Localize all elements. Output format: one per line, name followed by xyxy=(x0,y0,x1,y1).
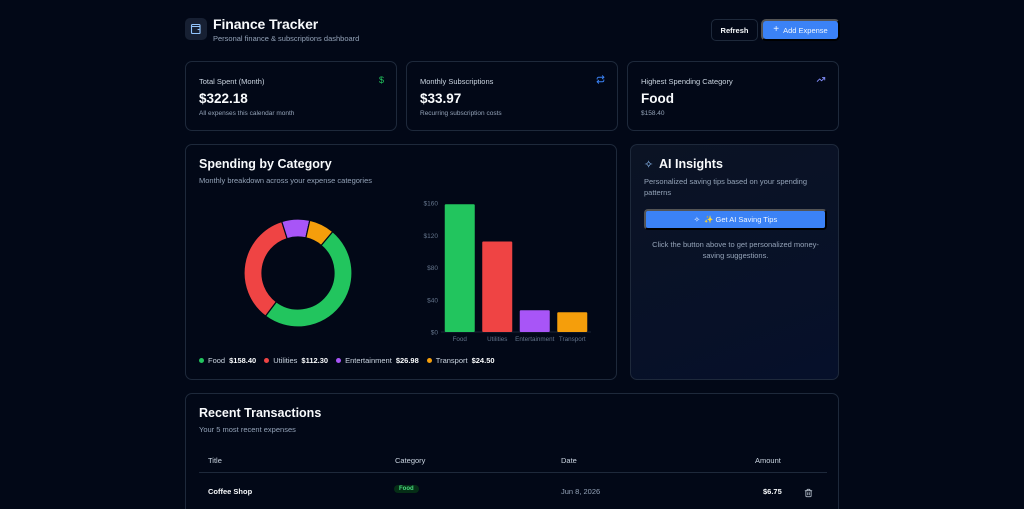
column-header-category[interactable]: Category xyxy=(395,456,425,465)
get-ai-tips-label: ✨ Get AI Saving Tips xyxy=(704,215,778,224)
app-title: Finance Tracker xyxy=(213,16,319,32)
get-ai-tips-button[interactable]: ✧ ✨ Get AI Saving Tips xyxy=(644,209,827,230)
add-expense-button[interactable]: + Add Expense xyxy=(761,19,840,41)
column-header-date[interactable]: Date xyxy=(561,456,577,465)
ai-subtitle: Personalized saving tips based on your s… xyxy=(644,177,808,197)
legend-dot xyxy=(264,358,270,363)
x-tick-label: Utilities xyxy=(487,336,507,343)
transaction-amount: $6.75 xyxy=(763,487,782,496)
legend-item: Entertainment $26.98 xyxy=(336,356,419,365)
spending-title: Spending by Category xyxy=(199,157,332,171)
legend-item: Utilities $112.30 xyxy=(264,356,328,365)
donut-chart[interactable] xyxy=(238,213,358,333)
legend-value: $158.40 xyxy=(229,356,257,365)
stat-label: Monthly Subscriptions xyxy=(420,77,494,86)
transaction-title: Coffee Shop xyxy=(208,487,253,496)
transactions-title: Recent Transactions xyxy=(199,406,322,420)
repeat-icon xyxy=(596,75,605,86)
spending-subtitle: Monthly breakdown across your expense ca… xyxy=(199,176,373,185)
legend-name: Entertainment xyxy=(345,356,392,365)
stat-note: All expenses this calendar month xyxy=(199,110,295,117)
x-tick-label: Transport xyxy=(559,336,586,343)
transactions-subtitle: Your 5 most recent expenses xyxy=(199,425,296,434)
stat-label: Total Spent (Month) xyxy=(199,77,265,86)
y-tick-label: $160 xyxy=(424,201,439,208)
bar-chart[interactable]: $0 $40 $80 $120 $160 Food Utilities Entertainme… xyxy=(411,193,601,348)
donut-slice-entertainment[interactable] xyxy=(280,218,311,240)
add-expense-label: Add Expense xyxy=(783,25,828,35)
column-header-amount[interactable]: Amount xyxy=(755,456,781,465)
column-header-title[interactable]: Title xyxy=(208,456,222,465)
legend-value: $112.30 xyxy=(301,356,329,365)
ai-note: Click the button above to get personaliz… xyxy=(652,240,819,260)
stat-note: $158.40 xyxy=(641,110,665,117)
delete-icon[interactable] xyxy=(804,485,813,503)
legend-item: Food $158.40 xyxy=(199,356,256,365)
stat-value: Food xyxy=(641,91,674,106)
page-header: Finance Tracker Personal finance & subsc… xyxy=(185,16,840,46)
stat-card-subscriptions: Monthly Subscriptions $33.97 Recurring s… xyxy=(406,61,618,131)
y-tick-label: $120 xyxy=(424,233,439,240)
chart-legend: Food $158.40 Utilities $112.30 Entertain… xyxy=(199,356,495,365)
category-badge: Food xyxy=(394,485,419,493)
legend-name: Transport xyxy=(435,356,468,365)
sparkles-icon: ✧ xyxy=(693,215,701,224)
stat-value: $33.97 xyxy=(420,91,462,106)
spending-card: Spending by Category Monthly breakdown a… xyxy=(185,144,617,380)
stat-value: $322.18 xyxy=(199,91,248,106)
legend-dot xyxy=(199,358,204,363)
y-tick-label: $80 xyxy=(427,265,438,272)
bar-transport[interactable] xyxy=(557,312,588,332)
x-tick-label: Food xyxy=(453,336,468,343)
bar-entertainment[interactable] xyxy=(519,310,550,332)
stat-note: Recurring subscription costs xyxy=(420,110,502,117)
plus-icon: + xyxy=(773,24,780,35)
transactions-card: Recent Transactions Your 5 most recent e… xyxy=(185,393,839,509)
bar-food[interactable] xyxy=(444,204,475,332)
dollar-icon: $ xyxy=(378,75,384,85)
x-tick-label: Entertainment xyxy=(515,336,554,343)
refresh-button[interactable]: Refresh xyxy=(711,19,758,41)
transaction-date: Jun 8, 2026 xyxy=(561,487,601,496)
donut-slice-food[interactable] xyxy=(264,230,353,328)
y-tick-label: $40 xyxy=(427,297,438,304)
donut-slice-utilities[interactable] xyxy=(243,220,288,317)
legend-item: Transport $24.50 xyxy=(426,356,495,365)
legend-value: $26.98 xyxy=(395,356,419,365)
legend-name: Utilities xyxy=(273,356,298,365)
ai-insights-card: ✧ AI Insights Personalized saving tips b… xyxy=(630,144,839,380)
legend-dot xyxy=(426,358,432,363)
y-tick-label: $0 xyxy=(431,330,439,337)
wallet-icon xyxy=(185,18,207,40)
legend-value: $24.50 xyxy=(471,356,495,365)
app-subtitle: Personal finance & subscriptions dashboa… xyxy=(213,34,360,43)
stat-card-total-spent: Total Spent (Month) $ $322.18 All expens… xyxy=(185,61,397,131)
table-divider xyxy=(199,472,827,473)
trending-up-icon xyxy=(816,75,826,86)
sparkles-icon: ✧ xyxy=(644,159,654,171)
bar-utilities[interactable] xyxy=(482,241,513,332)
stat-card-highest-category: Highest Spending Category Food $158.40 xyxy=(627,61,839,131)
legend-dot xyxy=(336,358,342,363)
ai-title: AI Insights xyxy=(659,157,723,171)
legend-name: Food xyxy=(208,356,226,365)
stat-label: Highest Spending Category xyxy=(641,77,733,86)
